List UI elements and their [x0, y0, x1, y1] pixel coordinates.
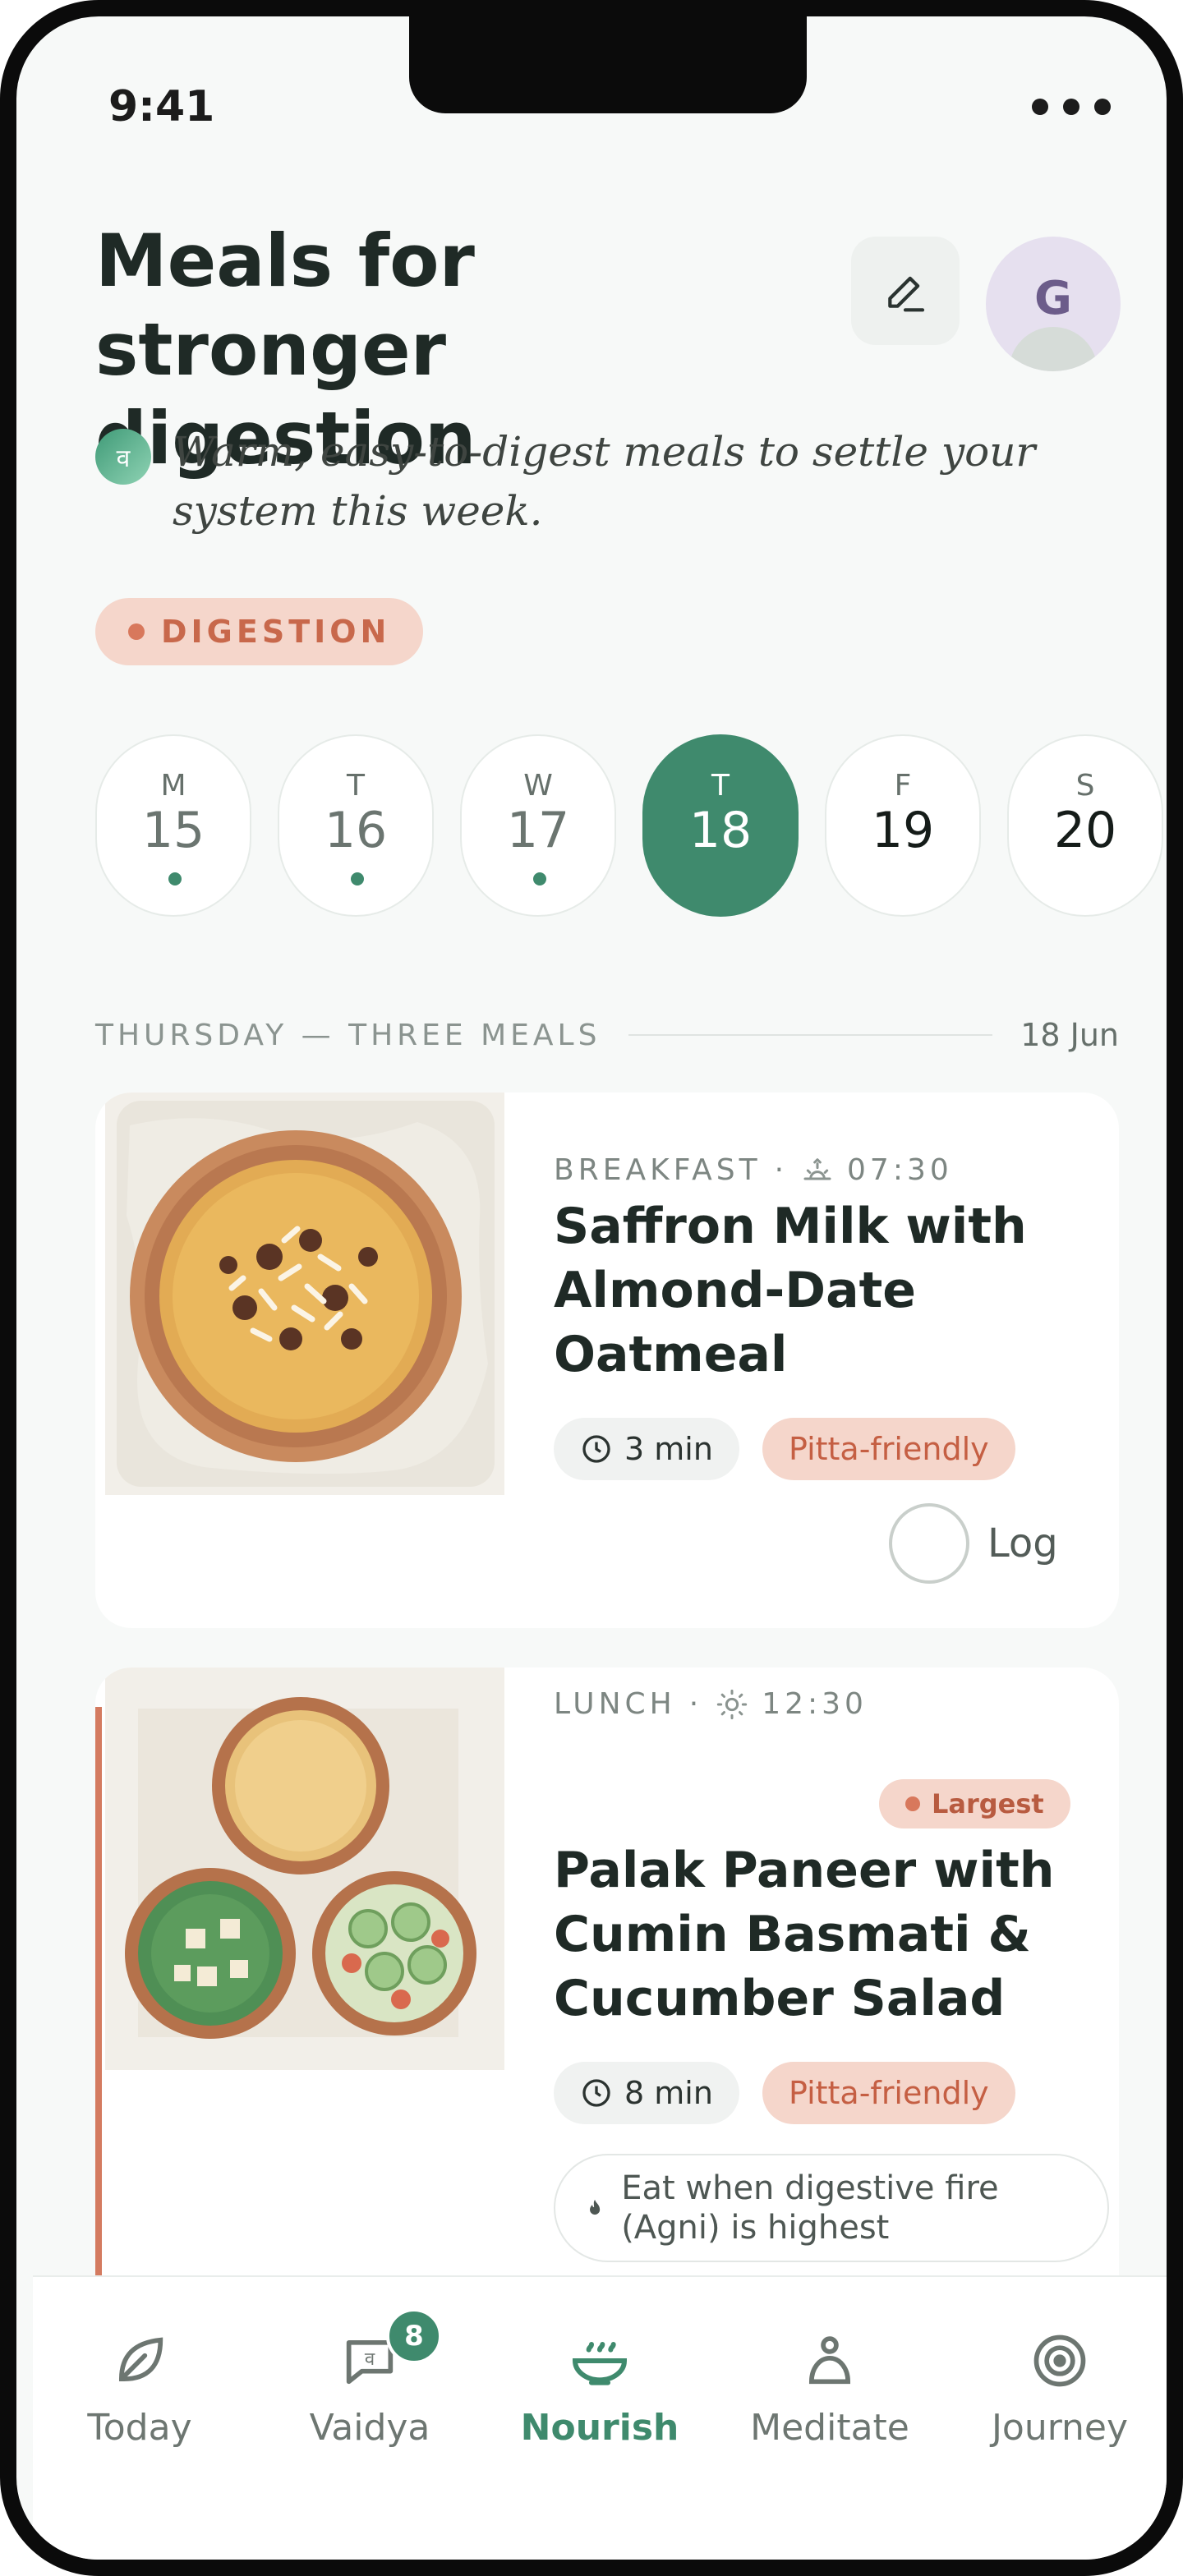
duration-label: 8 min	[624, 2075, 713, 2111]
vaidya-badge-icon: व	[95, 429, 151, 485]
status-time: 9:41	[108, 82, 215, 131]
page-subtitle: Warm, easy-to-digest meals to settle you…	[173, 428, 1036, 535]
largest-badge: Largest	[879, 1779, 1070, 1828]
meta-separator: ·	[774, 1153, 789, 1187]
section-date: 18 Jun	[1020, 1017, 1119, 1053]
clock-icon	[582, 2079, 610, 2107]
meal-card-breakfast[interactable]: BREAKFAST · 07:30 Saffron Milk with Almo…	[95, 1092, 1119, 1628]
log-button[interactable]: Log	[889, 1503, 1058, 1584]
day-letter: S	[1075, 769, 1095, 803]
svg-text:व: व	[365, 2348, 375, 2370]
day-number: 20	[1053, 802, 1117, 859]
duration-chip: 8 min	[554, 2062, 739, 2124]
section-header: THURSDAY — THREE MEALS 18 Jun	[95, 1017, 1119, 1053]
meal-card-lunch[interactable]: LUNCH · 12:30 Largest Palak Paneer with …	[95, 1668, 1119, 2292]
tab-vaidya[interactable]: व 8 Vaidya	[263, 2308, 476, 2449]
tab-today[interactable]: Today	[33, 2323, 246, 2449]
meal-time: 12:30	[762, 1687, 868, 1721]
meta-separator: ·	[688, 1687, 703, 1721]
tab-label: Today	[87, 2407, 192, 2449]
edit-button[interactable]	[851, 237, 960, 345]
breakfast-image	[105, 1092, 504, 1495]
duration-label: 3 min	[624, 1431, 713, 1467]
day-pill-fri[interactable]: F 19	[825, 734, 981, 917]
section-label: THURSDAY — THREE MEALS	[95, 1018, 601, 1052]
clock-icon	[582, 1435, 610, 1463]
day-letter: T	[347, 769, 365, 803]
day-pill-tue[interactable]: T 16	[278, 734, 434, 917]
day-pill-sat[interactable]: S 20	[1007, 734, 1163, 917]
divider	[628, 1034, 993, 1036]
day-number: 18	[688, 802, 753, 859]
digestion-tag: DIGESTION	[95, 598, 424, 665]
tab-journey[interactable]: Journey	[953, 2323, 1167, 2449]
day-pill-mon[interactable]: M 15	[95, 734, 251, 917]
pencil-icon	[888, 276, 925, 312]
meal-time: 07:30	[847, 1153, 953, 1187]
tab-label: Nourish	[520, 2407, 679, 2449]
dosha-chip: Pitta-friendly	[762, 1418, 1015, 1480]
lunch-image	[105, 1668, 504, 2070]
log-label: Log	[987, 1520, 1058, 1566]
avatar[interactable]: G	[986, 237, 1121, 371]
tab-bar: Today व 8 Vaidya Nourish Meditate Journe…	[33, 2275, 1167, 2560]
day-picker: M 15 T 16 W 17 T 18 F 19 S 20	[95, 734, 1163, 917]
day-pill-wed[interactable]: W 17	[460, 734, 616, 917]
log-checkbox[interactable]	[889, 1503, 969, 1584]
dosha-chip: Pitta-friendly	[762, 2062, 1015, 2124]
meal-title: Palak Paneer with Cumin Basmati & Cucumb…	[554, 1842, 1055, 2027]
meal-meta: BREAKFAST · 07:30	[554, 1153, 953, 1187]
day-pill-thu[interactable]: T 18	[642, 734, 799, 917]
day-number: 17	[506, 802, 570, 859]
unread-badge: 8	[386, 2308, 442, 2364]
agni-tip: Eat when digestive fire (Agni) is highes…	[554, 2154, 1109, 2262]
avatar-initial: G	[1034, 271, 1072, 325]
tag-label: DIGESTION	[161, 614, 391, 650]
flame-icon	[590, 2199, 601, 2215]
day-number: 15	[141, 802, 205, 859]
largest-label: Largest	[932, 1788, 1044, 1819]
tab-label: Vaidya	[309, 2407, 430, 2449]
day-letter: T	[711, 769, 730, 803]
tab-label: Meditate	[750, 2407, 909, 2449]
logged-dot	[168, 872, 182, 886]
sunrise-icon	[803, 1157, 831, 1180]
meditate-icon	[808, 2336, 851, 2385]
sun-icon	[717, 1689, 748, 1719]
bowl-icon	[572, 2342, 628, 2385]
tab-label: Journey	[991, 2407, 1129, 2449]
leaf-icon	[118, 2337, 163, 2382]
day-number: 16	[324, 802, 388, 859]
current-meal-accent	[95, 1707, 102, 2292]
tab-meditate[interactable]: Meditate	[723, 2323, 937, 2449]
meal-type: BREAKFAST	[554, 1153, 762, 1187]
tag-dot	[128, 623, 145, 640]
badge-dot	[905, 1796, 920, 1811]
target-icon	[1033, 2334, 1086, 2387]
day-letter: F	[894, 769, 912, 803]
tab-nourish[interactable]: Nourish	[493, 2323, 707, 2449]
meal-type: LUNCH	[554, 1687, 676, 1721]
day-letter: W	[523, 769, 553, 803]
duration-chip: 3 min	[554, 1418, 739, 1480]
meal-meta: LUNCH · 12:30	[554, 1687, 868, 1721]
device-notch	[409, 16, 807, 113]
logged-dot	[533, 872, 546, 886]
more-options-icon[interactable]	[1032, 99, 1111, 115]
logged-dot	[351, 872, 364, 886]
phone-screen: 9:41 Meals for stronger digestion G व Wa…	[0, 0, 1183, 2576]
meal-title: Saffron Milk with Almond-Date Oatmeal	[554, 1198, 1027, 1383]
day-letter: M	[160, 769, 186, 803]
tip-text: Eat when digestive fire (Agni) is highes…	[621, 2169, 999, 2247]
day-number: 19	[871, 802, 935, 859]
